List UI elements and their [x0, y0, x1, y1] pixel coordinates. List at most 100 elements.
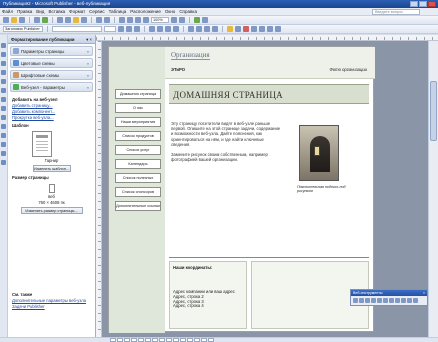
- menu-view[interactable]: Вид: [36, 9, 44, 14]
- page-tab[interactable]: [194, 338, 200, 342]
- page-tab[interactable]: [208, 338, 214, 342]
- change-page-size-button[interactable]: Изменить размер страницы...: [20, 207, 83, 214]
- fill-color-icon[interactable]: [227, 26, 233, 32]
- bullets-icon[interactable]: [196, 26, 202, 32]
- publisher-tasks-link[interactable]: Задачи Publisher: [12, 304, 86, 309]
- bring-forward-icon[interactable]: [119, 17, 125, 23]
- page-tab[interactable]: [180, 338, 186, 342]
- line-icon[interactable]: [1, 88, 6, 93]
- wordart-icon[interactable]: [1, 70, 6, 75]
- columns-icon[interactable]: [135, 17, 141, 23]
- rectangle-icon[interactable]: [1, 115, 6, 120]
- redo-icon[interactable]: [104, 17, 110, 23]
- italic-icon[interactable]: [126, 26, 132, 32]
- web-tool-icon[interactable]: [377, 298, 382, 303]
- logo-text[interactable]: ЭТиРО: [171, 67, 185, 72]
- scroll-thumb[interactable]: [430, 81, 437, 141]
- web-tool-icon[interactable]: [383, 298, 388, 303]
- format-painter-icon[interactable]: [81, 17, 87, 23]
- align-right-icon[interactable]: [165, 26, 171, 32]
- nav-events[interactable]: Наши мероприятия: [115, 117, 161, 127]
- select-icon[interactable]: [1, 43, 6, 48]
- menu-file[interactable]: Файл: [2, 9, 13, 14]
- menu-help[interactable]: Справка: [179, 9, 197, 14]
- underline-icon[interactable]: [134, 26, 140, 32]
- page-tab[interactable]: [138, 338, 144, 342]
- nav-services[interactable]: Список услуг: [115, 145, 161, 155]
- nav-extra-links[interactable]: Дополнительные ссылки: [115, 201, 161, 211]
- send-backward-icon[interactable]: [127, 17, 133, 23]
- section-color-schemes[interactable]: Цветовые схемы »: [10, 58, 93, 68]
- web-tool-icon[interactable]: [353, 298, 358, 303]
- html-fragment-icon[interactable]: [1, 151, 6, 156]
- page-tab[interactable]: [201, 338, 207, 342]
- shadow-icon[interactable]: [267, 26, 273, 32]
- numbering-icon[interactable]: [188, 26, 194, 32]
- undo-icon[interactable]: [96, 17, 102, 23]
- picture-icon[interactable]: [1, 79, 6, 84]
- 3d-icon[interactable]: [275, 26, 281, 32]
- change-template-button[interactable]: Изменить шаблон...: [32, 165, 71, 172]
- cut-icon[interactable]: [57, 17, 63, 23]
- nav-calendar[interactable]: Календарь: [115, 159, 161, 169]
- web-tool-icon[interactable]: [389, 298, 394, 303]
- line-color-icon[interactable]: [235, 26, 241, 32]
- help-icon[interactable]: [202, 17, 208, 23]
- nav-sponsors[interactable]: Список спонсоров: [115, 187, 161, 197]
- web-preview-icon[interactable]: [194, 17, 200, 23]
- page-tab[interactable]: [173, 338, 179, 342]
- nav-home[interactable]: Домашняя страница: [115, 89, 161, 99]
- page-tab[interactable]: [159, 338, 165, 342]
- add-page-link[interactable]: Добавить страницу...: [12, 103, 91, 108]
- minimize-button[interactable]: [410, 1, 418, 7]
- section-page-options[interactable]: Параметры страницы »: [10, 46, 93, 56]
- page-tab[interactable]: [187, 338, 193, 342]
- zoom-select[interactable]: 100%: [151, 17, 169, 23]
- dash-style-icon[interactable]: [259, 26, 265, 32]
- font-select[interactable]: [52, 26, 102, 32]
- web-tool-icon[interactable]: [365, 298, 370, 303]
- open-icon[interactable]: [11, 17, 17, 23]
- web-tool-icon[interactable]: [359, 298, 364, 303]
- template-thumbnail[interactable]: [32, 131, 52, 157]
- page-tab[interactable]: [131, 338, 137, 342]
- page-tab[interactable]: [145, 338, 151, 342]
- web-tool-icon[interactable]: [407, 298, 412, 303]
- nav-about[interactable]: О нас: [115, 103, 161, 113]
- page-tab[interactable]: [152, 338, 158, 342]
- close-button[interactable]: [428, 1, 436, 7]
- logo-right-text[interactable]: Фото организации: [329, 67, 367, 72]
- photo-caption[interactable]: Пояснительная подпись под рисунком: [297, 185, 347, 194]
- autoshapes-icon[interactable]: [1, 124, 6, 129]
- text-box-icon[interactable]: [1, 52, 6, 57]
- section-web-options[interactable]: Веб-узел - параметры «: [10, 82, 93, 92]
- web-tools-title[interactable]: Веб-инструменты ×: [351, 290, 427, 296]
- form-control-icon[interactable]: [1, 142, 6, 147]
- menu-arrange[interactable]: Расположение: [130, 9, 161, 14]
- page-heading[interactable]: ДОМАШНЯЯ СТРАНИЦА: [173, 90, 283, 100]
- web-tool-icon[interactable]: [401, 298, 406, 303]
- add-component-link[interactable]: Добавить компонент...: [12, 109, 91, 114]
- menu-tools[interactable]: Сервис: [89, 9, 104, 14]
- photo-lamp[interactable]: [299, 125, 339, 181]
- site-scroll-link[interactable]: Прокрутка веб-узла...: [12, 115, 91, 120]
- line-style-icon[interactable]: [251, 26, 257, 32]
- close-icon[interactable]: ▾ ×: [86, 35, 92, 44]
- hot-spot-icon[interactable]: [1, 133, 6, 138]
- page-tab[interactable]: [117, 338, 123, 342]
- page-tab[interactable]: [110, 338, 116, 342]
- contact-block[interactable]: Наши координаты: Адрес компании или ваш …: [169, 261, 247, 329]
- increase-indent-icon[interactable]: [212, 26, 218, 32]
- menu-insert[interactable]: Вставка: [48, 9, 65, 14]
- table-icon[interactable]: [1, 61, 6, 66]
- web-tool-icon[interactable]: [413, 298, 418, 303]
- style-select[interactable]: Заголовок Publisher: [3, 26, 43, 32]
- nav-products[interactable]: Список продуктов: [115, 131, 161, 141]
- web-tool-icon[interactable]: [371, 298, 376, 303]
- page-tab[interactable]: [124, 338, 130, 342]
- font-size-select[interactable]: [104, 26, 116, 32]
- hyperlink-icon[interactable]: [143, 17, 149, 23]
- vertical-scrollbar[interactable]: [428, 41, 438, 337]
- web-tool-icon[interactable]: [395, 298, 400, 303]
- maximize-button[interactable]: [419, 1, 427, 7]
